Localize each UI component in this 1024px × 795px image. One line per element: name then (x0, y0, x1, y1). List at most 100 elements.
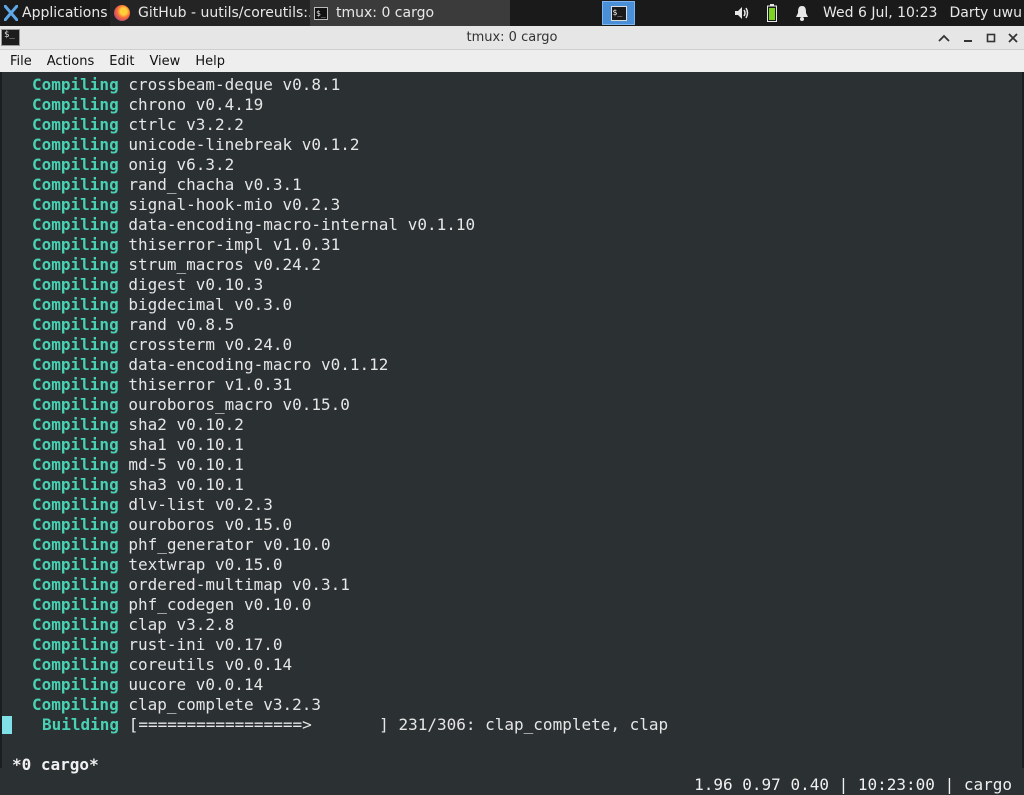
compiling-keyword: Compiling (32, 595, 119, 614)
notification-bell-icon[interactable] (794, 5, 810, 21)
menu-file[interactable]: File (0, 54, 32, 69)
taskbar-item-tmux[interactable]: $_ tmux: 0 cargo (310, 0, 510, 26)
compiling-keyword: Compiling (32, 535, 119, 554)
window-titlebar[interactable]: $_ tmux: 0 cargo (0, 26, 1024, 50)
compile-line: Compiling ctrlc v3.2.2 (32, 115, 244, 135)
terminal-icon: $_ (314, 6, 328, 20)
compiling-keyword: Compiling (32, 355, 119, 374)
compile-line: Compiling bigdecimal v0.3.0 (32, 295, 292, 315)
package-name: clap_complete v3.2.3 (128, 695, 321, 714)
package-name: digest v0.10.3 (128, 275, 264, 294)
compile-line: Compiling dlv-list v0.2.3 (32, 495, 273, 515)
package-name: crossterm v0.24.0 (128, 335, 293, 354)
package-name: bigdecimal v0.3.0 (128, 295, 293, 314)
compile-line: Compiling md-5 v0.10.1 (32, 455, 244, 475)
top-panel: Applications GitHub - uutils/coreutils:.… (0, 0, 1024, 26)
volume-icon[interactable] (734, 5, 750, 21)
package-name: dlv-list v0.2.3 (128, 495, 273, 514)
menu-bar: File Actions Edit View Help (0, 50, 1024, 72)
compile-line: Compiling rand v0.8.5 (32, 315, 234, 335)
compile-line: Compiling sha2 v0.10.2 (32, 415, 244, 435)
compiling-keyword: Compiling (32, 695, 119, 714)
battery-icon[interactable] (764, 4, 780, 22)
package-name: textwrap v0.15.0 (128, 555, 283, 574)
compiling-keyword: Compiling (32, 195, 119, 214)
compile-line: Compiling phf_codegen v0.10.0 (32, 595, 311, 615)
compile-line: Compiling crossterm v0.24.0 (32, 335, 292, 355)
terminal-cursor (2, 716, 12, 734)
package-name: phf_generator v0.10.0 (128, 535, 331, 554)
terminal-left-border (0, 72, 2, 768)
close-icon[interactable] (1003, 28, 1023, 48)
clock[interactable]: Wed 6 Jul, 10:23 (823, 5, 937, 21)
compiling-keyword: Compiling (32, 655, 119, 674)
compiling-keyword: Compiling (32, 575, 119, 594)
package-name: coreutils v0.0.14 (128, 655, 293, 674)
package-name: ordered-multimap v0.3.1 (128, 575, 350, 594)
menu-help[interactable]: Help (180, 54, 225, 69)
applications-menu[interactable]: Applications (0, 0, 108, 26)
package-name: chrono v0.4.19 (128, 95, 264, 114)
compiling-keyword: Compiling (32, 635, 119, 654)
package-name: rand v0.8.5 (128, 315, 235, 334)
compile-line: Compiling rand_chacha v0.3.1 (32, 175, 302, 195)
taskbar-item-github[interactable]: GitHub - uutils/coreutils:... (110, 0, 310, 26)
window-title: tmux: 0 cargo (466, 30, 558, 45)
compile-line: Compiling clap_complete v3.2.3 (32, 695, 321, 715)
package-name: uucore v0.0.14 (128, 675, 264, 694)
build-progress-line: Building [=================> ] 231/306: … (42, 715, 668, 735)
compile-line: Compiling unicode-linebreak v0.1.2 (32, 135, 360, 155)
terminal-launcher-button[interactable]: $_ (602, 1, 635, 25)
compiling-keyword: Compiling (32, 135, 119, 154)
compile-line: Compiling sha3 v0.10.1 (32, 475, 244, 495)
menu-actions[interactable]: Actions (32, 54, 95, 69)
system-tray: Wed 6 Jul, 10:23 Darty uwu (727, 0, 1024, 26)
user-menu[interactable]: Darty uwu (949, 5, 1022, 21)
compiling-keyword: Compiling (32, 315, 119, 334)
shade-icon[interactable] (934, 28, 954, 48)
tmux-window-label[interactable]: *0 cargo* (12, 755, 99, 775)
compiling-keyword: Compiling (32, 95, 119, 114)
compile-line: Compiling ouroboros v0.15.0 (32, 515, 292, 535)
compile-line: Compiling chrono v0.4.19 (32, 95, 263, 115)
maximize-icon[interactable] (981, 28, 1001, 48)
compile-line: Compiling uucore v0.0.14 (32, 675, 263, 695)
compiling-keyword: Compiling (32, 555, 119, 574)
package-name: ouroboros v0.15.0 (128, 515, 293, 534)
compiling-keyword: Compiling (32, 435, 119, 454)
compiling-keyword: Compiling (32, 495, 119, 514)
compile-line: Compiling data-encoding-macro v0.1.12 (32, 355, 388, 375)
package-name: rand_chacha v0.3.1 (128, 175, 302, 194)
compile-line: Compiling sha1 v0.10.1 (32, 435, 244, 455)
menu-edit[interactable]: Edit (94, 54, 134, 69)
compiling-keyword: Compiling (32, 275, 119, 294)
compiling-keyword: Compiling (32, 115, 119, 134)
package-name: rust-ini v0.17.0 (128, 635, 283, 654)
package-name: thiserror v1.0.31 (128, 375, 293, 394)
package-name: ctrlc v3.2.2 (128, 115, 244, 134)
compile-line: Compiling signal-hook-mio v0.2.3 (32, 195, 340, 215)
compile-line: Compiling data-encoding-macro-internal v… (32, 215, 475, 235)
compiling-keyword: Compiling (32, 215, 119, 234)
terminal-icon: $_ (610, 5, 627, 21)
compiling-keyword: Compiling (32, 615, 119, 634)
applications-label: Applications (22, 5, 108, 21)
package-name: sha3 v0.10.1 (128, 475, 244, 494)
compile-line: Compiling thiserror v1.0.31 (32, 375, 292, 395)
compiling-keyword: Compiling (32, 255, 119, 274)
package-name: clap v3.2.8 (128, 615, 235, 634)
menu-view[interactable]: View (134, 54, 180, 69)
minimize-icon[interactable] (958, 28, 978, 48)
compile-line: Compiling clap v3.2.8 (32, 615, 234, 635)
compiling-keyword: Compiling (32, 415, 119, 434)
compiling-keyword: Compiling (32, 675, 119, 694)
xfce-logo-icon (4, 5, 18, 21)
package-name: strum_macros v0.24.2 (128, 255, 321, 274)
compile-line: Compiling coreutils v0.0.14 (32, 655, 292, 675)
package-name: sha1 v0.10.1 (128, 435, 244, 454)
compiling-keyword: Compiling (32, 335, 119, 354)
compile-line: Compiling onig v6.3.2 (32, 155, 234, 175)
package-name: md-5 v0.10.1 (128, 455, 244, 474)
package-name: data-encoding-macro-internal v0.1.10 (128, 215, 476, 234)
package-name: phf_codegen v0.10.0 (128, 595, 312, 614)
